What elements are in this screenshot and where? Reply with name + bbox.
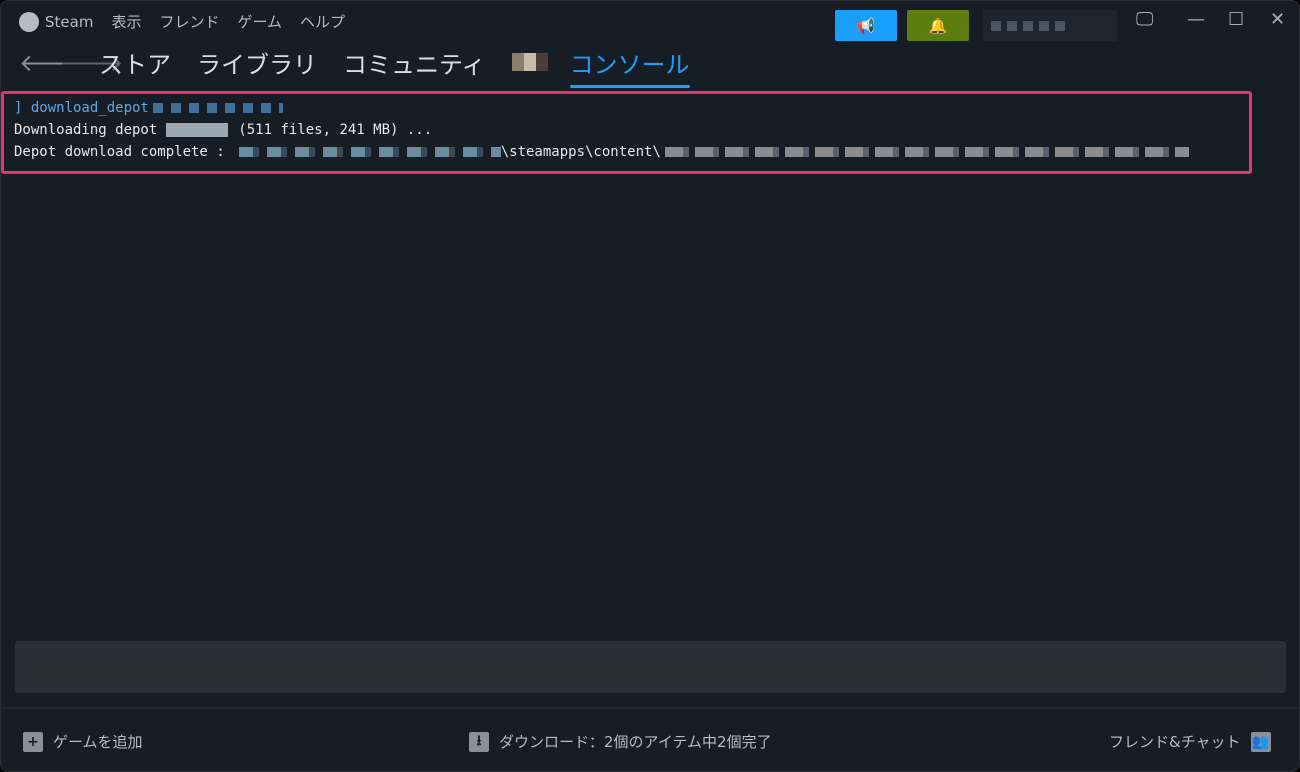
- menu-bar: Steam 表示 フレンド ゲーム ヘルプ: [19, 11, 345, 32]
- downloading-text: Downloading depot: [14, 122, 158, 138]
- command-text: ] download_depot: [14, 100, 149, 116]
- friends-chat-button[interactable]: フレンド&チャット 👥: [1109, 731, 1271, 752]
- steam-window: Steam 表示 フレンド ゲーム ヘルプ 📢 🔔 🖵 — ☐ ✕ 🡐 🡒 スト…: [0, 0, 1300, 772]
- add-game-label: ゲームを追加: [53, 733, 143, 751]
- add-game-button[interactable]: + ゲームを追加: [23, 731, 143, 752]
- back-arrow-icon[interactable]: 🡐: [19, 48, 83, 77]
- megaphone-icon: 📢: [856, 16, 876, 35]
- close-button[interactable]: ✕: [1270, 9, 1285, 30]
- tab-store[interactable]: ストア: [99, 45, 171, 80]
- downloads-status[interactable]: ⭳ ダウンロード：2個のアイテム中2個完了: [469, 731, 772, 752]
- big-picture-icon[interactable]: 🖵: [1136, 9, 1153, 30]
- friends-icon: 👥: [1250, 731, 1271, 752]
- tab-profile-redacted[interactable]: [511, 53, 548, 71]
- bell-icon: 🔔: [928, 16, 948, 35]
- main-nav: 🡐 🡒 ストア ライブラリ コミュニティ コンソール: [19, 45, 716, 88]
- downloads-label: ダウンロード：2個のアイテム中2個完了: [499, 733, 772, 751]
- path-text: \steamapps\content\: [500, 144, 661, 160]
- notifications-button[interactable]: 🔔: [907, 10, 969, 41]
- menu-friends[interactable]: フレンド: [159, 11, 219, 32]
- menu-games[interactable]: ゲーム: [237, 11, 282, 32]
- footer-bar: + ゲームを追加 ⭳ ダウンロード：2個のアイテム中2個完了 フレンド&チャット 👥: [1, 707, 1299, 771]
- forward-arrow-icon[interactable]: 🡒: [59, 48, 123, 77]
- tab-library[interactable]: ライブラリ: [197, 45, 317, 80]
- complete-text: Depot download complete :: [14, 144, 225, 160]
- menu-view[interactable]: 表示: [111, 11, 141, 32]
- console-input[interactable]: [15, 641, 1286, 693]
- menu-help[interactable]: ヘルプ: [300, 11, 345, 32]
- tab-community[interactable]: コミュニティ: [343, 45, 486, 80]
- friends-chat-label: フレンド&チャット: [1109, 733, 1241, 751]
- plus-icon: +: [23, 731, 43, 752]
- account-menu[interactable]: [983, 10, 1117, 41]
- download-size-text: (511 files, 241 MB) ...: [238, 122, 433, 138]
- steam-logo-icon: [19, 11, 39, 32]
- minimize-button[interactable]: —: [1187, 9, 1205, 30]
- console-line-complete: Depot download complete : \steamapps\cont…: [14, 144, 1189, 160]
- steam-menu[interactable]: Steam: [19, 11, 94, 32]
- steam-menu-label: Steam: [45, 12, 94, 31]
- news-button[interactable]: 📢: [835, 10, 897, 41]
- console-line-downloading: Downloading depot (511 files, 241 MB) ...: [14, 122, 432, 138]
- tab-console[interactable]: コンソール: [569, 45, 690, 88]
- download-icon: ⭳: [469, 731, 489, 752]
- console-line-command: ] download_depot: [14, 100, 283, 116]
- maximize-button[interactable]: ☐: [1228, 9, 1244, 30]
